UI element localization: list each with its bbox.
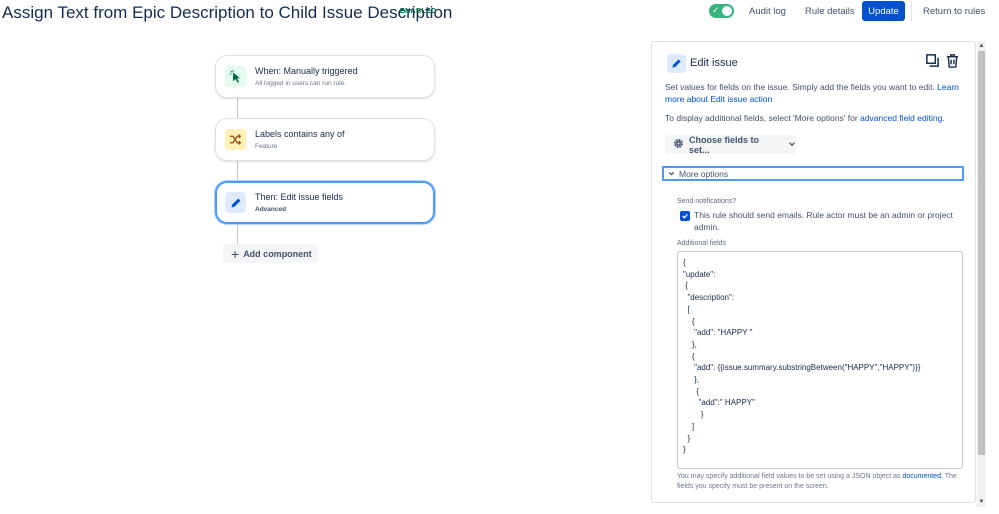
copy-icon[interactable] xyxy=(925,53,940,73)
cursor-click-icon xyxy=(225,66,246,87)
trash-icon[interactable] xyxy=(945,53,960,73)
trigger-node[interactable]: When: Manually triggered All logged in u… xyxy=(215,55,435,98)
choose-fields-button[interactable]: Choose fields to set... xyxy=(665,134,796,155)
json-line: { xyxy=(683,258,686,267)
json-line: } xyxy=(683,410,704,420)
scroll-down-icon[interactable]: ▼ xyxy=(977,497,986,506)
send-notifications-text: This rule should send emails. Rule actor… xyxy=(694,210,953,232)
pencil-icon xyxy=(225,192,246,213)
node-title: Then: Edit issue fields xyxy=(255,192,344,202)
advanced-field-editing-link[interactable]: advanced field editing xyxy=(860,113,942,123)
update-button[interactable]: Update xyxy=(862,1,905,21)
toggle-knob xyxy=(722,6,732,16)
add-component-label: Add component xyxy=(243,248,312,259)
rule-enabled-toggle[interactable]: ✓ xyxy=(709,4,734,18)
page-title: Assign Text from Epic Description to Chi… xyxy=(2,3,453,22)
choose-fields-label: Choose fields to set... xyxy=(689,134,760,155)
json-line: }, xyxy=(683,339,697,349)
edit-issue-panel: Edit issue Set values for fields on the … xyxy=(651,41,976,503)
additional-fields-label: Additional fields xyxy=(677,240,727,247)
json-line: { xyxy=(683,281,688,291)
additional-fields-textarea[interactable]: { "update": { "description": [ { "add": "… xyxy=(677,251,963,469)
json-line: { xyxy=(683,351,695,361)
display-fields-text: To display additional fields, select 'Mo… xyxy=(665,113,945,123)
node-subtitle: Feature xyxy=(255,143,278,150)
condition-node[interactable]: Labels contains any of Feature xyxy=(215,118,435,161)
plus-icon: + xyxy=(231,245,240,262)
json-line: { xyxy=(683,386,700,396)
json-line: ] xyxy=(683,421,695,431)
flow-connector xyxy=(237,161,238,181)
gear-icon xyxy=(673,138,684,151)
flow-connector xyxy=(237,98,238,119)
json-line: }, xyxy=(683,375,700,385)
action-node[interactable]: Then: Edit issue fields Advanced xyxy=(215,181,435,224)
json-line: { xyxy=(683,316,695,326)
panel-description: Set values for fields on the issue. Simp… xyxy=(665,82,959,104)
chevron-down-icon xyxy=(788,140,796,150)
node-subtitle: All logged in users can run rule. xyxy=(255,80,347,87)
more-options-toggle[interactable]: More options xyxy=(662,166,964,181)
scroll-up-icon[interactable]: ▲ xyxy=(977,41,986,50)
json-line: } xyxy=(683,433,691,443)
rule-details-button[interactable]: Rule details xyxy=(805,6,855,17)
shuffle-icon xyxy=(225,129,246,150)
node-subtitle: Advanced xyxy=(255,206,287,213)
panel-title: Edit issue xyxy=(690,57,738,69)
node-title: Labels contains any of xyxy=(255,129,345,139)
audit-log-button[interactable]: Audit log xyxy=(749,6,786,17)
status-badge: ENABLED xyxy=(400,8,437,15)
json-line: } xyxy=(683,445,686,455)
check-icon: ✓ xyxy=(712,5,720,15)
chevron-down-icon xyxy=(668,169,675,179)
json-line: "add": {{issue.summary.substringBetween(… xyxy=(683,363,921,373)
send-notifications-label: Send notifications? xyxy=(677,198,737,205)
header-divider xyxy=(911,1,912,21)
send-notifications-checkbox[interactable] xyxy=(680,211,690,221)
additional-fields-help: You may specify additional field values … xyxy=(677,473,957,490)
pencil-icon xyxy=(667,54,686,73)
scrollbar-thumb[interactable] xyxy=(978,51,985,455)
more-options-label: More options xyxy=(679,168,729,179)
json-line: "update": xyxy=(683,269,716,279)
node-title: When: Manually triggered xyxy=(255,66,358,76)
add-component-button[interactable]: + Add component xyxy=(223,244,318,263)
return-to-rules-button[interactable]: Return to rules xyxy=(923,6,985,17)
json-line: "add":" HAPPY" xyxy=(683,398,755,408)
json-line: "description": xyxy=(683,293,735,303)
json-line: "add": "HAPPY " xyxy=(683,328,753,338)
json-line: [ xyxy=(683,304,690,314)
documented-link[interactable]: documented xyxy=(902,473,941,480)
